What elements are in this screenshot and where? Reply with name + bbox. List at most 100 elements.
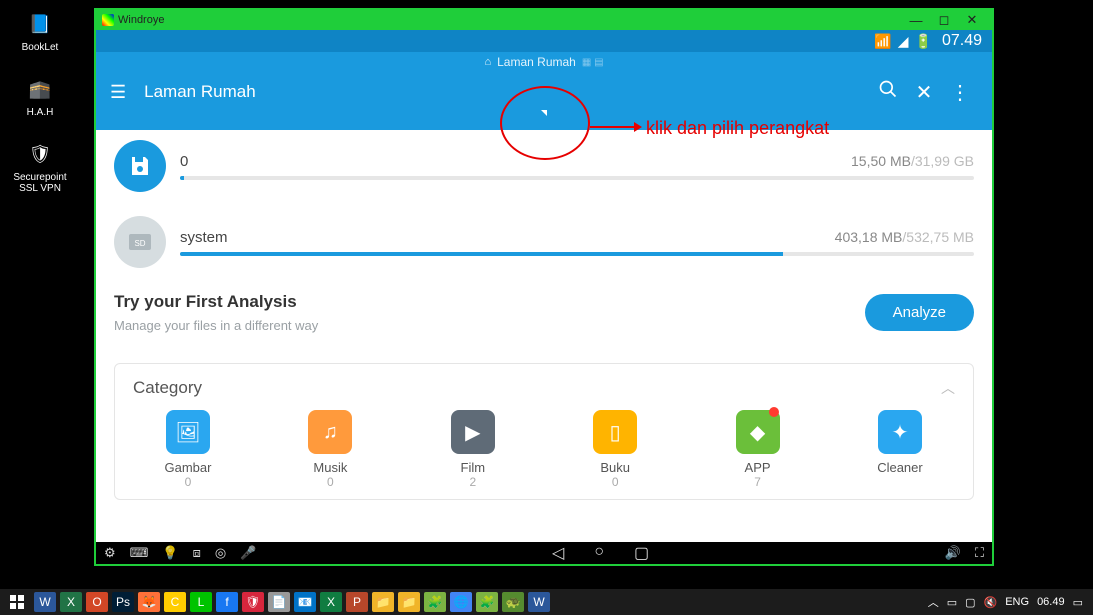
- taskbar-apps: WXOPs🦊CLf🛡📄📧XP📁📁🧩🌐🧩🐢W: [34, 592, 550, 612]
- storage-label: 0: [180, 153, 188, 170]
- notification-badge: [769, 407, 779, 417]
- android-status-bar: 📶 ◢ 🔋 07.49: [96, 30, 992, 52]
- battery-icon: 🔋: [915, 33, 932, 50]
- storage-progress: [180, 252, 974, 256]
- shield-icon: 🛡: [24, 138, 56, 170]
- taskbar-app[interactable]: X: [60, 592, 82, 612]
- app-title: Laman Rumah: [144, 82, 256, 102]
- taskbar-app[interactable]: 🌐: [450, 592, 472, 612]
- close-x-button[interactable]: ✕: [906, 80, 942, 105]
- storage-total: 31,99 GB: [915, 153, 974, 169]
- app-header: ☰ Laman Rumah ✕ ⋮: [96, 72, 992, 112]
- menu-button[interactable]: ☰: [110, 82, 126, 103]
- start-button[interactable]: [4, 590, 30, 614]
- keyboard-icon[interactable]: ⌨: [130, 545, 149, 561]
- category-item-musik[interactable]: ♫Musik0: [275, 410, 385, 489]
- settings-icon[interactable]: ⚙: [104, 545, 116, 561]
- tray-volume-icon[interactable]: 🔇: [984, 596, 998, 609]
- search-button[interactable]: [870, 79, 906, 105]
- category-count: 0: [185, 475, 192, 489]
- taskbar-app[interactable]: W: [528, 592, 550, 612]
- taskbar-app[interactable]: 🧩: [476, 592, 498, 612]
- category-label: Buku: [600, 460, 630, 475]
- close-button[interactable]: [958, 12, 986, 28]
- taskbar-app[interactable]: Ps: [112, 592, 134, 612]
- category-label: Gambar: [165, 460, 212, 475]
- category-item-cleaner[interactable]: ✦Cleaner: [845, 410, 955, 489]
- category-item-app[interactable]: ◆APP7: [703, 410, 813, 489]
- status-clock: 07.49: [942, 32, 982, 50]
- tray-battery-icon[interactable]: ▢: [965, 596, 975, 609]
- taskbar-app[interactable]: 🧩: [424, 592, 446, 612]
- taskbar-app[interactable]: L: [190, 592, 212, 612]
- desktop-icon-label: Securepoint SSL VPN: [10, 172, 70, 194]
- breadcrumb-ext-icon: ▦ ▤: [582, 57, 604, 68]
- chevron-up-icon[interactable]: ︿: [941, 378, 955, 398]
- nav-back-button[interactable]: ◁: [552, 543, 564, 563]
- signal-icon: ◢: [898, 33, 909, 50]
- desktop-icons: 📘 BookLet 🕋 H.A.H 🛡 Securepoint SSL VPN: [10, 8, 70, 194]
- maximize-button[interactable]: [930, 12, 958, 28]
- device-dropdown-row[interactable]: [96, 112, 992, 130]
- storage-used: 403,18 MB: [835, 229, 903, 245]
- taskbar-app[interactable]: 🛡: [242, 592, 264, 612]
- category-count: 0: [327, 475, 334, 489]
- mic-icon[interactable]: 🎤: [240, 545, 256, 561]
- category-label: Cleaner: [877, 460, 923, 475]
- nav-recent-button[interactable]: ▢: [634, 543, 649, 563]
- category-item-gambar[interactable]: 🖼Gambar0: [133, 410, 243, 489]
- booklet-icon: 📘: [24, 8, 56, 40]
- breadcrumb-label: Laman Rumah: [497, 55, 576, 69]
- tray-chevron-up-icon[interactable]: ︿: [928, 594, 939, 610]
- content-area: 0 15,50 MB/31,99 GB SD system 403,18 MB/…: [96, 130, 992, 542]
- storage-internal[interactable]: 0 15,50 MB/31,99 GB: [114, 140, 974, 192]
- category-icon: ♫: [308, 410, 352, 454]
- emulator-titlebar[interactable]: Windroye: [96, 10, 992, 30]
- tray-action-center-icon[interactable]: ▭: [1073, 596, 1083, 609]
- fullscreen-icon[interactable]: ⛶: [975, 545, 984, 561]
- wifi-icon: 📶: [874, 33, 891, 50]
- taskbar-app[interactable]: X: [320, 592, 342, 612]
- more-button[interactable]: ⋮: [942, 80, 978, 105]
- category-title: Category: [133, 378, 202, 398]
- analyze-button[interactable]: Analyze: [865, 294, 974, 331]
- taskbar-app[interactable]: W: [34, 592, 56, 612]
- desktop-icon-securepoint[interactable]: 🛡 Securepoint SSL VPN: [10, 138, 70, 194]
- dropbox-icon[interactable]: ⧈: [193, 545, 201, 561]
- tray-clock[interactable]: 06.49: [1037, 596, 1065, 608]
- category-icon: ▯: [593, 410, 637, 454]
- taskbar-app[interactable]: P: [346, 592, 368, 612]
- taskbar-app[interactable]: 📄: [268, 592, 290, 612]
- taskbar-app[interactable]: 📁: [372, 592, 394, 612]
- taskbar-app[interactable]: C: [164, 592, 186, 612]
- category-count: 7: [754, 475, 761, 489]
- taskbar-app[interactable]: f: [216, 592, 238, 612]
- nav-home-button[interactable]: ○: [594, 543, 604, 563]
- category-count: 0: [612, 475, 619, 489]
- bulb-icon[interactable]: 💡: [162, 545, 178, 561]
- taskbar-app[interactable]: 📁: [398, 592, 420, 612]
- taskbar-app[interactable]: 🐢: [502, 592, 524, 612]
- system-tray[interactable]: ︿ ▭ ▢ 🔇 ENG 06.49 ▭: [928, 594, 1083, 610]
- camera-icon[interactable]: ◎: [215, 545, 226, 561]
- taskbar-app[interactable]: O: [86, 592, 108, 612]
- breadcrumb[interactable]: ⌂ Laman Rumah ▦ ▤: [96, 52, 992, 72]
- emulator-title: Windroye: [118, 14, 164, 26]
- category-item-buku[interactable]: ▯ Buku0: [560, 410, 670, 489]
- category-count: 2: [469, 475, 476, 489]
- desktop-icon-label: BookLet: [22, 42, 59, 53]
- volume-icon[interactable]: 🔊: [945, 545, 961, 561]
- analysis-title: Try your First Analysis: [114, 292, 318, 312]
- taskbar-app[interactable]: 📧: [294, 592, 316, 612]
- desktop-icon-hah[interactable]: 🕋 H.A.H: [24, 73, 56, 118]
- storage-system[interactable]: SD system 403,18 MB/532,75 MB: [114, 216, 974, 268]
- tray-lang[interactable]: ENG: [1005, 596, 1029, 608]
- emulator-bottom-bar: ⚙ ⌨ 💡 ⧈ ◎ 🎤 ◁ ○ ▢ 🔊 ⛶: [96, 542, 992, 564]
- category-item-film[interactable]: ▶Film2: [418, 410, 528, 489]
- analysis-subtitle: Manage your files in a different way: [114, 318, 318, 333]
- minimize-button[interactable]: [902, 13, 930, 28]
- desktop-icon-booklet[interactable]: 📘 BookLet: [22, 8, 59, 53]
- analysis-row: Try your First Analysis Manage your file…: [114, 292, 974, 349]
- taskbar-app[interactable]: 🦊: [138, 592, 160, 612]
- tray-network-icon[interactable]: ▭: [947, 596, 957, 609]
